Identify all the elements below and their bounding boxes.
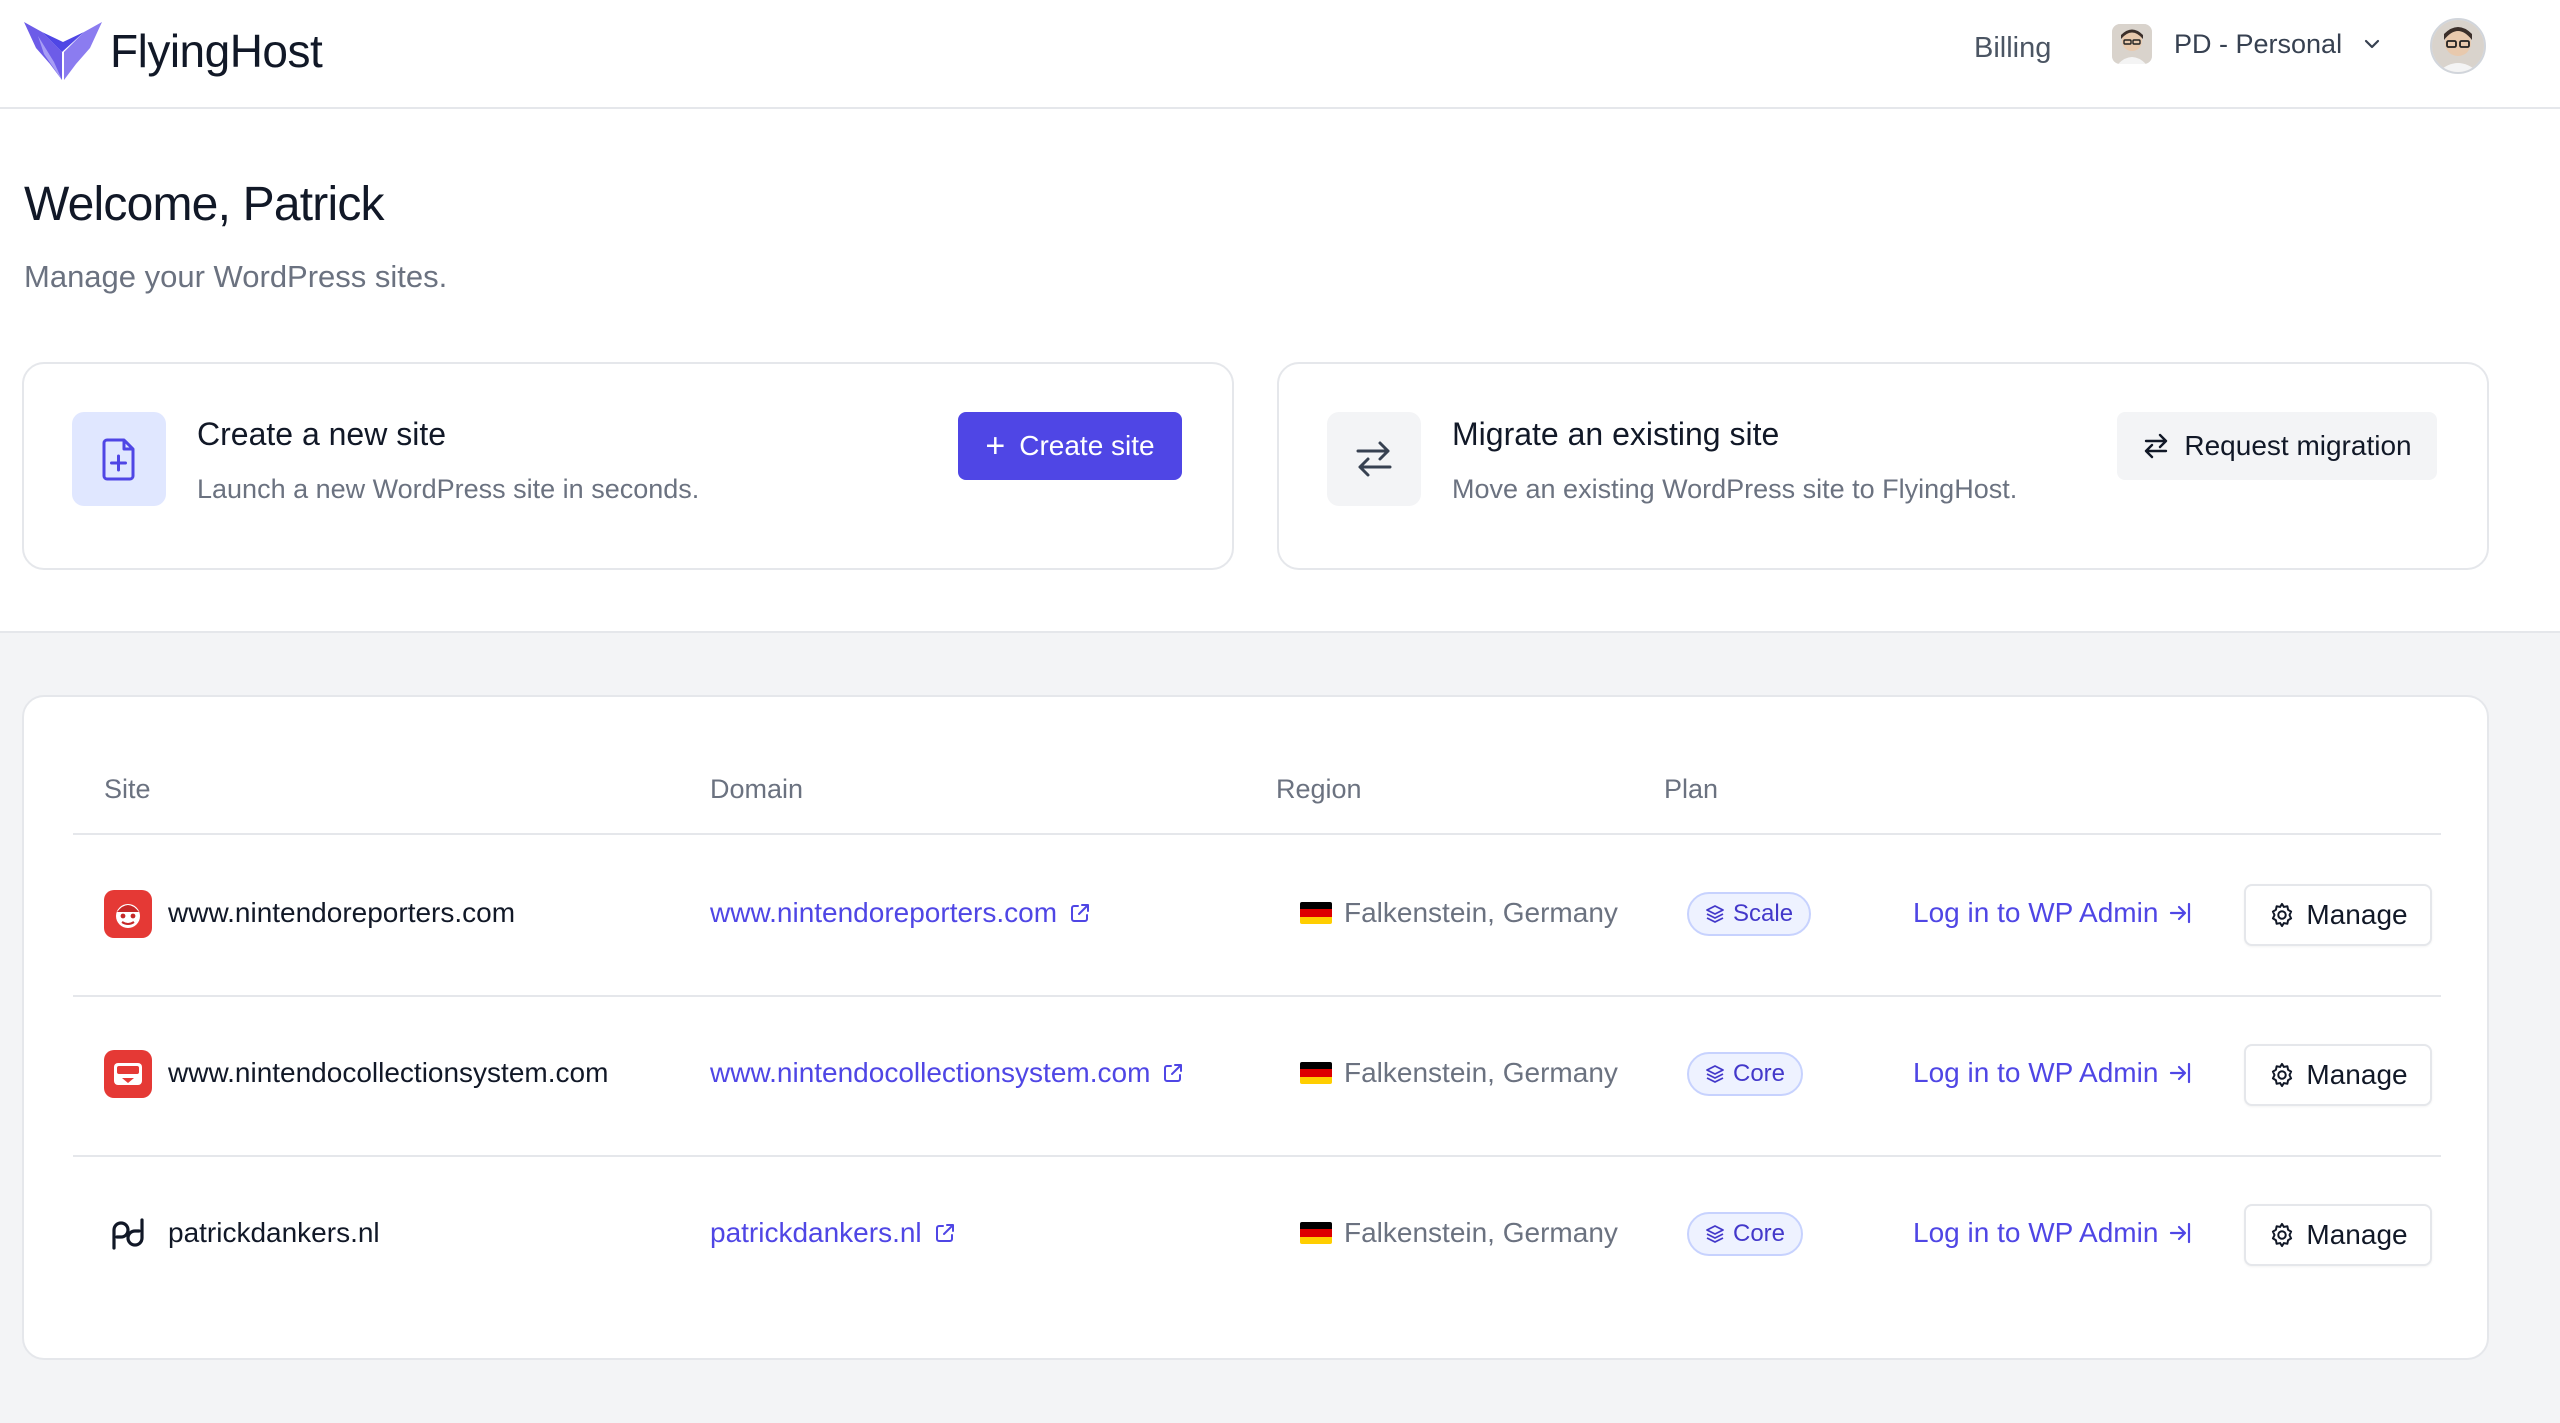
region-text: Falkenstein, Germany	[1344, 1057, 1618, 1088]
site-favicon-icon	[104, 1210, 152, 1258]
wp-admin-label: Log in to WP Admin	[1913, 1217, 2159, 1248]
domain-text: www.nintendoreporters.com	[710, 897, 1058, 928]
manage-button[interactable]: Manage	[2244, 1044, 2432, 1106]
user-avatar[interactable]	[2430, 18, 2486, 74]
login-arrow-icon	[2170, 1062, 2191, 1084]
page-subtitle: Manage your WordPress sites.	[24, 259, 448, 294]
table-row: www.nintendoreporters.com www.nintendore…	[73, 835, 2441, 997]
column-header-plan: Plan	[1664, 774, 1719, 804]
germany-flag-icon	[1300, 1062, 1332, 1084]
layers-icon	[1706, 1065, 1724, 1083]
column-header-region: Region	[1276, 774, 1362, 804]
table-row: patrickdankers.nl patrickdankers.nl Falk…	[73, 1155, 2441, 1315]
column-header-site: Site	[104, 774, 151, 804]
wp-admin-login-link[interactable]: Log in to WP Admin	[1913, 1057, 2194, 1089]
plan-badge: Core	[1687, 1212, 1804, 1256]
org-label: PD - Personal	[2174, 28, 2343, 59]
manage-label: Manage	[2306, 899, 2408, 930]
external-link-icon	[935, 1224, 954, 1242]
germany-flag-icon	[1300, 1222, 1332, 1244]
wp-admin-label: Log in to WP Admin	[1913, 1057, 2159, 1088]
arrows-exchange-icon	[1327, 412, 1421, 506]
layers-icon	[1706, 905, 1724, 923]
brand-name: FlyingHost	[110, 25, 323, 77]
plan-badge: Scale	[1687, 892, 1812, 936]
layers-icon	[1706, 1225, 1724, 1243]
domain-link[interactable]: www.nintendocollectionsystem.com	[710, 1057, 1184, 1089]
sites-table: Site Domain Region Plan www.nintendorepo…	[22, 695, 2489, 1360]
org-avatar	[2112, 24, 2152, 64]
region-cell: Falkenstein, Germany	[1300, 1057, 1618, 1089]
plan-text: Scale	[1733, 900, 1794, 927]
request-migration-label: Request migration	[2184, 430, 2412, 461]
site-name[interactable]: patrickdankers.nl	[168, 1217, 380, 1249]
page-title: Welcome, Patrick	[24, 178, 385, 231]
migrate-site-card: Migrate an existing site Move an existin…	[1277, 362, 2489, 570]
site-favicon-icon	[104, 890, 152, 938]
gear-icon	[2272, 1222, 2293, 1248]
chevron-down-icon	[2364, 39, 2380, 49]
site-name[interactable]: www.nintendoreporters.com	[168, 897, 515, 929]
brand-logo[interactable]: FlyingHost	[22, 18, 323, 84]
request-migration-button[interactable]: Request migration	[2117, 412, 2437, 480]
manage-button[interactable]: Manage	[2244, 1204, 2432, 1266]
arrows-exchange-icon	[2145, 433, 2168, 459]
domain-link[interactable]: www.nintendoreporters.com	[710, 897, 1091, 929]
migrate-site-title: Migrate an existing site	[1452, 416, 1780, 452]
germany-flag-icon	[1300, 902, 1332, 924]
manage-button[interactable]: Manage	[2244, 884, 2432, 946]
plan-text: Core	[1733, 1060, 1786, 1087]
manage-label: Manage	[2306, 1219, 2408, 1250]
region-text: Falkenstein, Germany	[1344, 897, 1618, 928]
migrate-site-description: Move an existing WordPress site to Flyin…	[1452, 474, 2018, 504]
plan-badge: Core	[1687, 1052, 1804, 1096]
billing-link[interactable]: Billing	[1974, 32, 2051, 65]
region-cell: Falkenstein, Germany	[1300, 1217, 1618, 1249]
domain-text: www.nintendocollectionsystem.com	[710, 1057, 1151, 1088]
top-bar: FlyingHost Billing PD - Personal	[0, 0, 2560, 109]
create-site-button[interactable]: + Create site	[958, 412, 1182, 480]
wp-admin-login-link[interactable]: Log in to WP Admin	[1913, 1217, 2194, 1249]
site-favicon-icon	[104, 1050, 152, 1098]
file-plus-icon	[72, 412, 166, 506]
create-site-button-label: Create site	[1019, 430, 1155, 461]
site-name[interactable]: www.nintendocollectionsystem.com	[168, 1057, 608, 1089]
gear-icon	[2272, 902, 2293, 928]
wp-admin-login-link[interactable]: Log in to WP Admin	[1913, 897, 2194, 929]
domain-text: patrickdankers.nl	[710, 1217, 922, 1248]
domain-link[interactable]: patrickdankers.nl	[710, 1217, 956, 1249]
create-site-card: Create a new site Launch a new WordPress…	[22, 362, 1234, 570]
org-switcher[interactable]: PD - Personal	[2112, 24, 2384, 64]
plan-text: Core	[1733, 1220, 1786, 1247]
wp-admin-label: Log in to WP Admin	[1913, 897, 2159, 928]
region-text: Falkenstein, Germany	[1344, 1217, 1618, 1248]
region-cell: Falkenstein, Germany	[1300, 897, 1618, 929]
table-row: www.nintendocollectionsystem.com www.nin…	[73, 995, 2441, 1157]
gear-icon	[2272, 1062, 2293, 1088]
create-site-description: Launch a new WordPress site in seconds.	[197, 474, 700, 504]
column-header-domain: Domain	[710, 774, 804, 804]
plus-icon: +	[985, 427, 1006, 465]
external-link-icon	[1071, 904, 1090, 922]
welcome-section: Welcome, Patrick Manage your WordPress s…	[0, 109, 2560, 633]
login-arrow-icon	[2170, 902, 2191, 924]
login-arrow-icon	[2170, 1222, 2191, 1244]
create-site-title: Create a new site	[197, 416, 447, 452]
manage-label: Manage	[2306, 1059, 2408, 1090]
external-link-icon	[1164, 1064, 1183, 1082]
flyinghost-logo-icon	[24, 22, 102, 80]
